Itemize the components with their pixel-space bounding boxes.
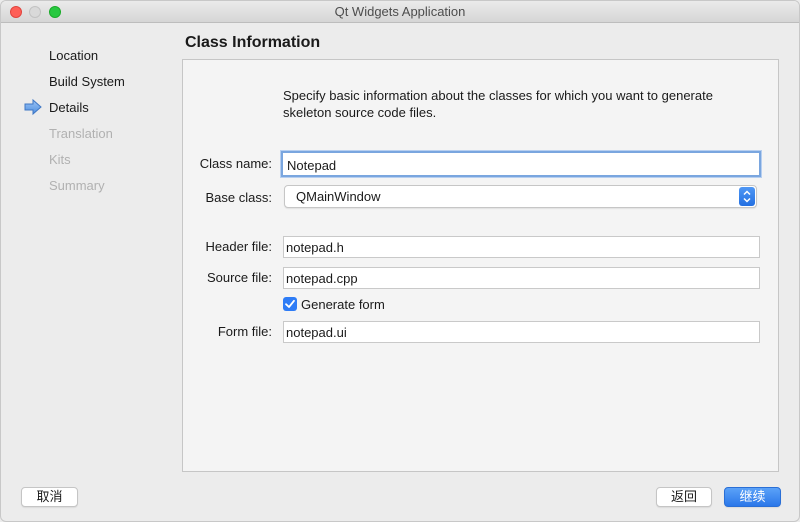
class-name-label: Class name: [199,156,272,171]
step-summary: Summary [49,178,105,193]
generate-form-checkbox[interactable] [283,297,297,311]
wizard-window: Qt Widgets Application Location Build Sy… [0,0,800,522]
title-bar: Qt Widgets Application [1,1,799,23]
right-arrow-icon [24,98,42,116]
up-down-chevron-icon [739,187,755,206]
header-file-input[interactable]: notepad.h [283,236,760,258]
description-line-1: Specify basic information about the clas… [283,88,713,103]
wizard-steps-sidebar: Location Build System Details Translatio… [1,23,176,473]
step-kits: Kits [49,152,71,167]
page-title: Class Information [185,34,321,51]
form-file-input[interactable]: notepad.ui [283,321,760,343]
class-name-input[interactable]: Notepad [281,151,761,177]
cancel-button[interactable]: 取消 [21,487,78,507]
step-build-system: Build System [49,74,125,89]
step-details: Details [49,100,89,115]
back-button[interactable]: 返回 [656,487,712,507]
header-file-label: Header file: [205,239,272,254]
step-location: Location [49,48,99,63]
step-translation: Translation [49,126,113,141]
generate-form-label[interactable]: Generate form [301,297,385,312]
base-class-label: Base class: [205,190,272,205]
checkmark-icon [285,299,295,308]
continue-button[interactable]: 继续 [724,487,781,507]
page-description: Specify basic information about the clas… [283,87,753,121]
source-file-label: Source file: [206,270,272,285]
description-line-2: skeleton source code files. [283,105,437,120]
base-class-value: QMainWindow [296,189,381,204]
source-file-input[interactable]: notepad.cpp [283,267,760,289]
form-file-label: Form file: [217,324,272,339]
base-class-select[interactable]: QMainWindow [284,185,757,208]
window-title: Qt Widgets Application [334,4,466,19]
